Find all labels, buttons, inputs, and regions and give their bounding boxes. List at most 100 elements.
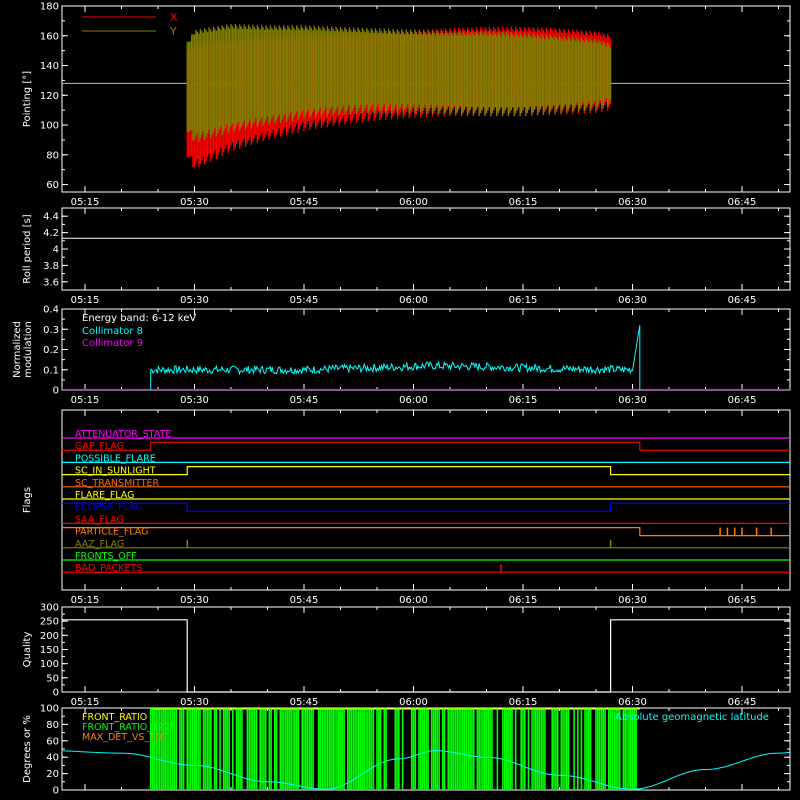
x-tick-label: 06:30 — [618, 697, 647, 708]
flag-label-saa-flag: SAA_FLAG — [75, 514, 124, 525]
y-tick-label: 4 — [53, 245, 59, 256]
x-tick-label: 05:15 — [71, 395, 100, 406]
series-y-line — [186, 23, 612, 142]
x-tick-label: 06:15 — [509, 395, 538, 406]
flag-line-gap-flag — [62, 441, 790, 451]
legend-label-max-det-vs-tot: MAX_DET_VS_TOT — [82, 732, 168, 743]
y-tick-label: 80 — [46, 720, 59, 731]
y-axis-label: Degrees or % — [22, 715, 33, 783]
y-tick-label: 50 — [46, 673, 59, 684]
x-tick-label: 06:45 — [728, 595, 757, 606]
y-tick-label: 20 — [46, 769, 59, 780]
x-tick-label: 05:30 — [180, 697, 209, 708]
flag-line-sc-in-sunlight — [62, 466, 790, 476]
flag-label-gap-flag: GAP_FLAG — [75, 441, 124, 452]
flag-label-eclipse-flag: ECLIPSE_FLAG — [75, 502, 143, 513]
y-axis-label: Roll period [s] — [22, 214, 33, 283]
x-tick-label: 05:30 — [180, 197, 209, 208]
x-tick-label: 06:30 — [618, 395, 647, 406]
y-tick-label: 250 — [40, 617, 59, 628]
x-tick-label: 05:15 — [71, 295, 100, 306]
legend-label-y: Y — [169, 25, 177, 38]
quality-line — [62, 619, 790, 693]
x-tick-label: 06:30 — [618, 295, 647, 306]
x-tick-label: 06:15 — [509, 697, 538, 708]
x-tick-label: 06:00 — [399, 595, 428, 606]
y-axis-label: Normalizedmodulation — [12, 321, 34, 378]
x-tick-label: 06:00 — [399, 697, 428, 708]
y-tick-label: 0.3 — [43, 325, 59, 336]
x-tick-label: 05:15 — [71, 197, 100, 208]
front-ratio-1225-bars — [149, 708, 637, 790]
y-tick-label: 140 — [40, 61, 59, 72]
y-tick-label: 300 — [40, 603, 59, 614]
y-tick-label: 60 — [46, 180, 59, 191]
x-tick-label: 06:30 — [618, 595, 647, 606]
y-tick-label: 4.2 — [43, 228, 59, 239]
panel-frame — [61, 207, 791, 291]
y-tick-label: 40 — [46, 753, 59, 764]
flag-label-possible-flare: POSSIBLE_FLARE — [75, 453, 156, 464]
panel-3: 05:15 05:30 05:45 06:00 06:15 06:30 06:45 0 0.1 0… — [12, 305, 791, 406]
flag-label-particle-flag: PARTICLE_FLAG — [75, 527, 148, 538]
panel-1: 05:15 05:30 05:45 06:00 06:15 06:30 06:45 60 80 1… — [22, 2, 791, 208]
legend-label-x: X — [170, 11, 178, 24]
x-tick-label: 05:45 — [290, 197, 319, 208]
legend-label-geomagnetic-latitude: Absolute geomagnetic latitude — [615, 712, 769, 723]
y-tick-label: 0.1 — [43, 365, 59, 376]
y-tick-label: 60 — [46, 736, 59, 747]
y-tick-label: 100 — [40, 659, 59, 670]
panel-6: 020406080100Degrees or % FRONT_RATIOFRONT… — [22, 704, 791, 797]
y-tick-label: 0 — [53, 386, 59, 397]
y-axis-label: Pointing [°] — [22, 71, 33, 127]
x-tick-label: 06:00 — [399, 295, 428, 306]
x-tick-label: 05:45 — [290, 595, 319, 606]
x-tick-label: 06:45 — [728, 295, 757, 306]
x-tick-label: 05:15 — [71, 595, 100, 606]
legend-label-collimator-9: Collimator 9 — [82, 338, 143, 349]
y-tick-label: 80 — [46, 150, 59, 161]
y-tick-label: 200 — [40, 631, 59, 642]
y-tick-label: 3.6 — [43, 277, 59, 288]
x-tick-label: 06:30 — [618, 197, 647, 208]
flag-label-sc-transmitter: SC_TRANSMITTER — [75, 478, 160, 489]
y-tick-label: 150 — [40, 645, 59, 656]
flag-label-sc-in-sunlight: SC_IN_SUNLIGHT — [75, 466, 156, 477]
y-tick-label: 0.2 — [43, 345, 59, 356]
x-tick-label: 05:30 — [180, 595, 209, 606]
x-tick-label: 06:00 — [399, 197, 428, 208]
flag-label-aaz-flag: AAZ_FLAG — [75, 539, 124, 550]
legend-label-collimator-8: Collimator 8 — [82, 326, 143, 337]
x-tick-label: 06:45 — [728, 697, 757, 708]
y-tick-label: 160 — [40, 31, 59, 42]
y-tick-label: 180 — [40, 2, 59, 13]
x-tick-label: 05:45 — [290, 295, 319, 306]
x-tick-label: 06:15 — [509, 595, 538, 606]
panel-5: 05:15 05:30 05:45 06:00 06:15 06:30 06:45 0 50 10… — [22, 603, 791, 708]
y-tick-label: 0 — [53, 786, 59, 797]
y-tick-label: 120 — [40, 91, 59, 102]
x-tick-label: 05:45 — [290, 395, 319, 406]
chart-figure: 05:15 05:30 05:45 06:00 06:15 06:30 06:45 60 80 1… — [12, 2, 791, 797]
y-axis-label: Flags — [22, 487, 33, 513]
y-tick-label: 0 — [53, 688, 59, 699]
y-tick-label: 4.4 — [43, 212, 59, 223]
y-tick-label: 3.8 — [43, 261, 59, 272]
y-axis-label: Quality — [22, 632, 33, 668]
x-tick-label: 05:30 — [180, 295, 209, 306]
x-tick-label: 06:00 — [399, 395, 428, 406]
flag-label-bad-packets: BAD_PACKETS — [75, 563, 142, 574]
y-tick-label: 100 — [40, 121, 59, 132]
x-tick-label: 05:30 — [180, 395, 209, 406]
x-tick-label: 05:15 — [71, 697, 100, 708]
x-tick-label: 06:15 — [509, 197, 538, 208]
flag-label-fronts-off: FRONTS_OFF — [75, 551, 137, 562]
x-tick-label: 05:45 — [290, 697, 319, 708]
panel-4: 05:15 05:30 05:45 06:00 06:15 06:30 06:45 Flags… — [22, 409, 791, 606]
flag-line-eclipse-flag — [62, 502, 790, 512]
series-collimator-8-line — [150, 325, 641, 390]
y-tick-label: 100 — [40, 704, 59, 715]
x-tick-label: 06:45 — [728, 395, 757, 406]
y-tick-label: 0.4 — [43, 305, 59, 316]
flag-line-particle-flag — [62, 526, 790, 537]
